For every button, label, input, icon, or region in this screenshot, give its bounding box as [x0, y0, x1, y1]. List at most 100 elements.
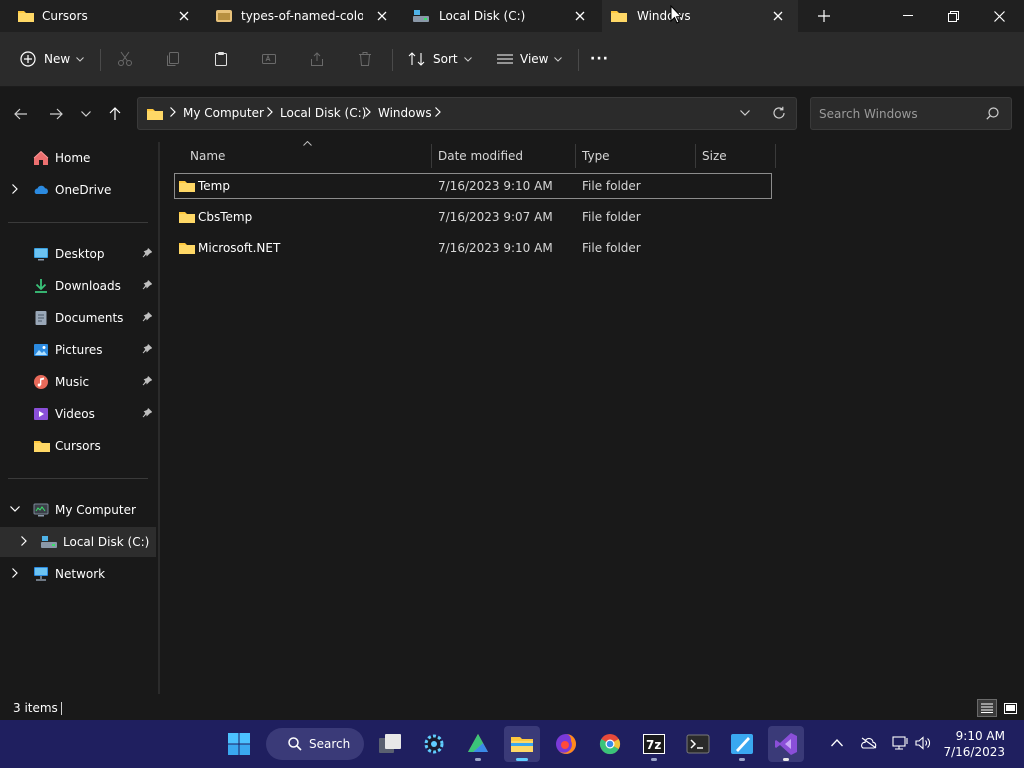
pin-icon[interactable]	[142, 248, 152, 258]
table-row[interactable]: CbsTemp 7/16/2023 9:07 AM File folder	[174, 204, 772, 230]
refresh-button[interactable]	[772, 106, 786, 120]
video-icon	[33, 406, 49, 422]
pin-icon[interactable]	[142, 344, 152, 354]
column-header-type[interactable]: Type	[582, 144, 694, 168]
desktop-icon	[33, 246, 49, 262]
volume-icon[interactable]	[915, 736, 931, 750]
up-button[interactable]	[101, 100, 129, 128]
delete-button[interactable]	[357, 44, 375, 74]
tab-named-colors[interactable]: types-of-named-colors	[202, 0, 402, 32]
details-view-button[interactable]	[977, 699, 997, 717]
taskbar-app-settings[interactable]	[416, 726, 452, 762]
tiles-view-button[interactable]	[1000, 699, 1020, 717]
minimize-icon	[903, 15, 913, 16]
paint-icon	[731, 734, 753, 754]
chevron-right-icon[interactable]	[170, 107, 176, 117]
chevron-down-icon[interactable]	[10, 506, 20, 512]
taskbar-app-visual-studio[interactable]	[768, 726, 804, 762]
paste-button[interactable]	[213, 44, 231, 74]
back-button[interactable]	[7, 100, 35, 128]
chevron-right-icon[interactable]	[12, 184, 18, 194]
close-icon[interactable]	[770, 8, 786, 24]
taskbar-app-chrome[interactable]	[592, 726, 628, 762]
search-box[interactable]	[810, 97, 1012, 130]
sidebar-item-documents[interactable]: Documents	[0, 303, 156, 333]
chevron-right-icon[interactable]	[435, 107, 441, 117]
chevron-right-icon[interactable]	[12, 568, 18, 578]
restore-button[interactable]	[941, 8, 965, 24]
address-history-button[interactable]	[740, 110, 750, 116]
column-divider[interactable]	[695, 144, 696, 168]
view-button[interactable]: View	[496, 44, 564, 74]
tab-label: Windows	[637, 9, 691, 23]
task-view-button[interactable]	[372, 726, 408, 762]
address-bar[interactable]: My Computer Local Disk (C:) Windows	[137, 97, 797, 130]
taskbar-app-file-explorer[interactable]	[504, 726, 540, 762]
sidebar-item-label: Network	[55, 567, 106, 581]
column-header-date[interactable]: Date modified	[438, 144, 574, 168]
breadcrumb-local-disk[interactable]: Local Disk (C:)	[280, 106, 366, 120]
table-row[interactable]: Temp 7/16/2023 9:10 AM File folder	[174, 173, 772, 199]
taskbar-app-drive-sync[interactable]	[460, 726, 496, 762]
sidebar-item-desktop[interactable]: Desktop	[0, 239, 156, 269]
pin-icon[interactable]	[142, 312, 152, 322]
taskbar-search[interactable]: Search	[266, 728, 364, 760]
breadcrumb-my-computer[interactable]: My Computer	[183, 106, 264, 120]
clock[interactable]: 9:10 AM 7/16/2023	[940, 728, 1018, 762]
sidebar-item-my-computer[interactable]: My Computer	[0, 495, 156, 525]
search-input[interactable]	[819, 105, 979, 123]
column-header-size[interactable]: Size	[702, 144, 772, 168]
tab-cursors[interactable]: Cursors	[0, 0, 202, 32]
sidebar-item-downloads[interactable]: Downloads	[0, 271, 156, 301]
taskbar-app-paint[interactable]	[724, 726, 760, 762]
sidebar-item-network[interactable]: Network	[0, 559, 156, 589]
copy-button[interactable]	[165, 44, 183, 74]
tab-windows[interactable]: Windows	[602, 0, 798, 32]
cloud-offline-icon[interactable]	[860, 737, 878, 749]
tab-label: Cursors	[42, 9, 88, 23]
new-tab-button[interactable]	[814, 6, 834, 26]
taskbar-app-firefox[interactable]	[548, 726, 584, 762]
chevron-right-icon[interactable]	[365, 107, 371, 117]
sidebar-item-onedrive[interactable]: OneDrive	[0, 175, 156, 205]
close-icon[interactable]	[374, 8, 390, 24]
recent-locations-button[interactable]	[72, 100, 100, 128]
share-button[interactable]	[309, 44, 327, 74]
chevron-right-icon[interactable]	[267, 107, 273, 117]
chevron-down-icon	[76, 56, 85, 62]
chevron-right-icon[interactable]	[21, 536, 27, 546]
minimize-button[interactable]	[896, 8, 920, 24]
cursor-icon	[670, 5, 682, 24]
sort-button[interactable]: Sort	[408, 44, 472, 74]
close-icon[interactable]	[572, 8, 588, 24]
sidebar-item-home[interactable]: Home	[0, 143, 156, 173]
sidebar-item-music[interactable]: Music	[0, 367, 156, 397]
sidebar-item-cursors[interactable]: Cursors	[0, 431, 156, 461]
forward-button[interactable]	[42, 100, 70, 128]
column-header-name[interactable]: Name	[190, 144, 430, 168]
breadcrumb-windows[interactable]: Windows	[378, 106, 432, 120]
taskbar-app-7zip[interactable]: 7z	[636, 726, 672, 762]
cut-button[interactable]	[117, 44, 135, 74]
sidebar-item-videos[interactable]: Videos	[0, 399, 156, 429]
table-row[interactable]: Microsoft.NET 7/16/2023 9:10 AM File fol…	[174, 235, 772, 261]
column-divider[interactable]	[431, 144, 432, 168]
column-divider[interactable]	[575, 144, 576, 168]
network-icon[interactable]	[892, 736, 910, 750]
new-button[interactable]: New	[20, 44, 86, 74]
pin-icon[interactable]	[142, 376, 152, 386]
taskbar-app-terminal[interactable]	[680, 726, 716, 762]
tab-local-disk[interactable]: Local Disk (C:)	[402, 0, 602, 32]
start-button[interactable]	[221, 726, 257, 762]
arrow-up-icon	[109, 107, 121, 120]
sidebar-item-local-disk[interactable]: Local Disk (C:)	[0, 527, 156, 557]
pin-icon[interactable]	[142, 408, 152, 418]
chevron-up-icon[interactable]	[831, 739, 843, 747]
sidebar-item-pictures[interactable]: Pictures	[0, 335, 156, 365]
close-window-button[interactable]	[987, 8, 1011, 24]
more-options-button[interactable]: ···	[590, 44, 612, 74]
rename-button[interactable]	[261, 44, 279, 74]
close-icon[interactable]	[176, 8, 192, 24]
column-divider[interactable]	[775, 144, 776, 168]
pin-icon[interactable]	[142, 280, 152, 290]
